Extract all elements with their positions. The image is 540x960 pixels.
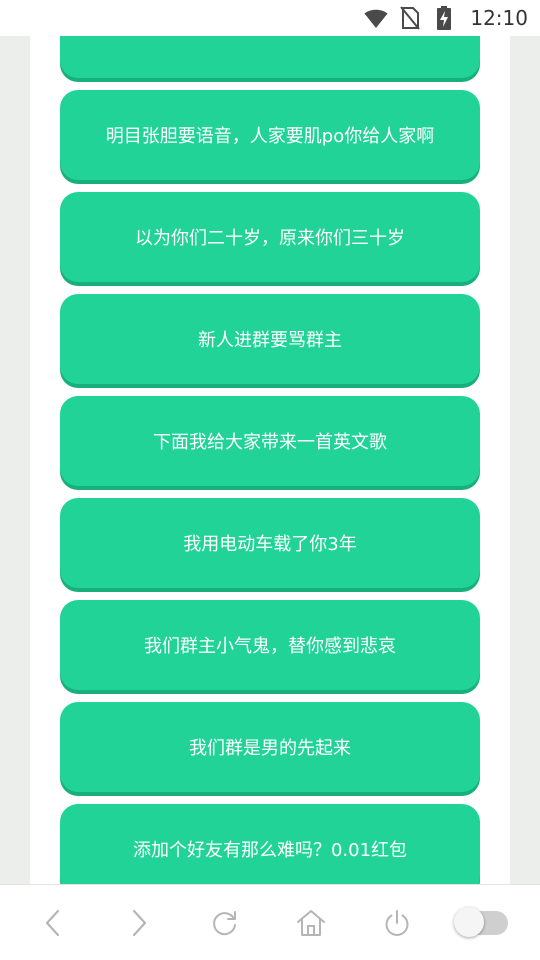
meme-button[interactable]: 新人进群要骂群主: [60, 294, 480, 384]
power-icon: [385, 909, 409, 936]
forward-icon: [132, 909, 147, 936]
home-button[interactable]: [281, 893, 341, 953]
meme-button[interactable]: 我们群是男的先起来: [60, 702, 480, 792]
meme-button[interactable]: 明目张胆要语音，人家要肌po你给人家啊: [60, 90, 480, 180]
back-button[interactable]: [23, 893, 83, 953]
meme-button-label: 我们群是男的先起来: [189, 738, 351, 759]
meme-button-label: 明目张胆要语音，人家要肌po你给人家啊: [105, 126, 435, 147]
battery-charging-icon: [432, 6, 456, 30]
webview[interactable]: 明目张胆要语音，人家要肌po你给人家啊 以为你们二十岁，原来你们三十岁 新人进群…: [0, 36, 540, 884]
meme-button-list: 明目张胆要语音，人家要肌po你给人家啊 以为你们二十岁，原来你们三十岁 新人进群…: [60, 36, 480, 884]
meme-button[interactable]: 以为你们二十岁，原来你们三十岁: [60, 192, 480, 282]
meme-button[interactable]: [60, 36, 480, 78]
meme-button-label: 我用电动车载了你3年: [183, 534, 357, 555]
toggle-track: [454, 906, 508, 937]
back-icon: [45, 909, 60, 936]
wifi-icon: [364, 6, 388, 30]
no-sim-icon: [398, 6, 422, 30]
meme-button-label: 我们群主小气鬼，替你感到悲哀: [144, 636, 396, 657]
status-time: 12:10: [470, 6, 528, 30]
home-icon: [297, 909, 325, 936]
bottom-nav-bar: [0, 884, 540, 960]
meme-button[interactable]: 我们群主小气鬼，替你感到悲哀: [60, 600, 480, 690]
power-button[interactable]: [367, 893, 427, 953]
content-panel: 明目张胆要语音，人家要肌po你给人家啊 以为你们二十岁，原来你们三十岁 新人进群…: [30, 36, 510, 884]
meme-button-label: 新人进群要骂群主: [198, 330, 342, 351]
status-bar: 12:10: [0, 0, 540, 36]
meme-button[interactable]: 下面我给大家带来一首英文歌: [60, 396, 480, 486]
meme-button[interactable]: 添加个好友有那么难吗？0.01红包: [60, 804, 480, 884]
refresh-button[interactable]: [195, 893, 255, 953]
refresh-icon: [213, 910, 236, 935]
meme-button-label: 下面我给大家带来一首英文歌: [153, 432, 387, 453]
toggle-switch[interactable]: [453, 893, 513, 953]
status-icons: 12:10: [364, 0, 528, 36]
forward-button[interactable]: [109, 893, 169, 953]
meme-button-label: 添加个好友有那么难吗？0.01红包: [132, 840, 408, 861]
meme-button-label: 以为你们二十岁，原来你们三十岁: [135, 228, 405, 249]
toggle-knob: [454, 906, 484, 937]
meme-button[interactable]: 我用电动车载了你3年: [60, 498, 480, 588]
